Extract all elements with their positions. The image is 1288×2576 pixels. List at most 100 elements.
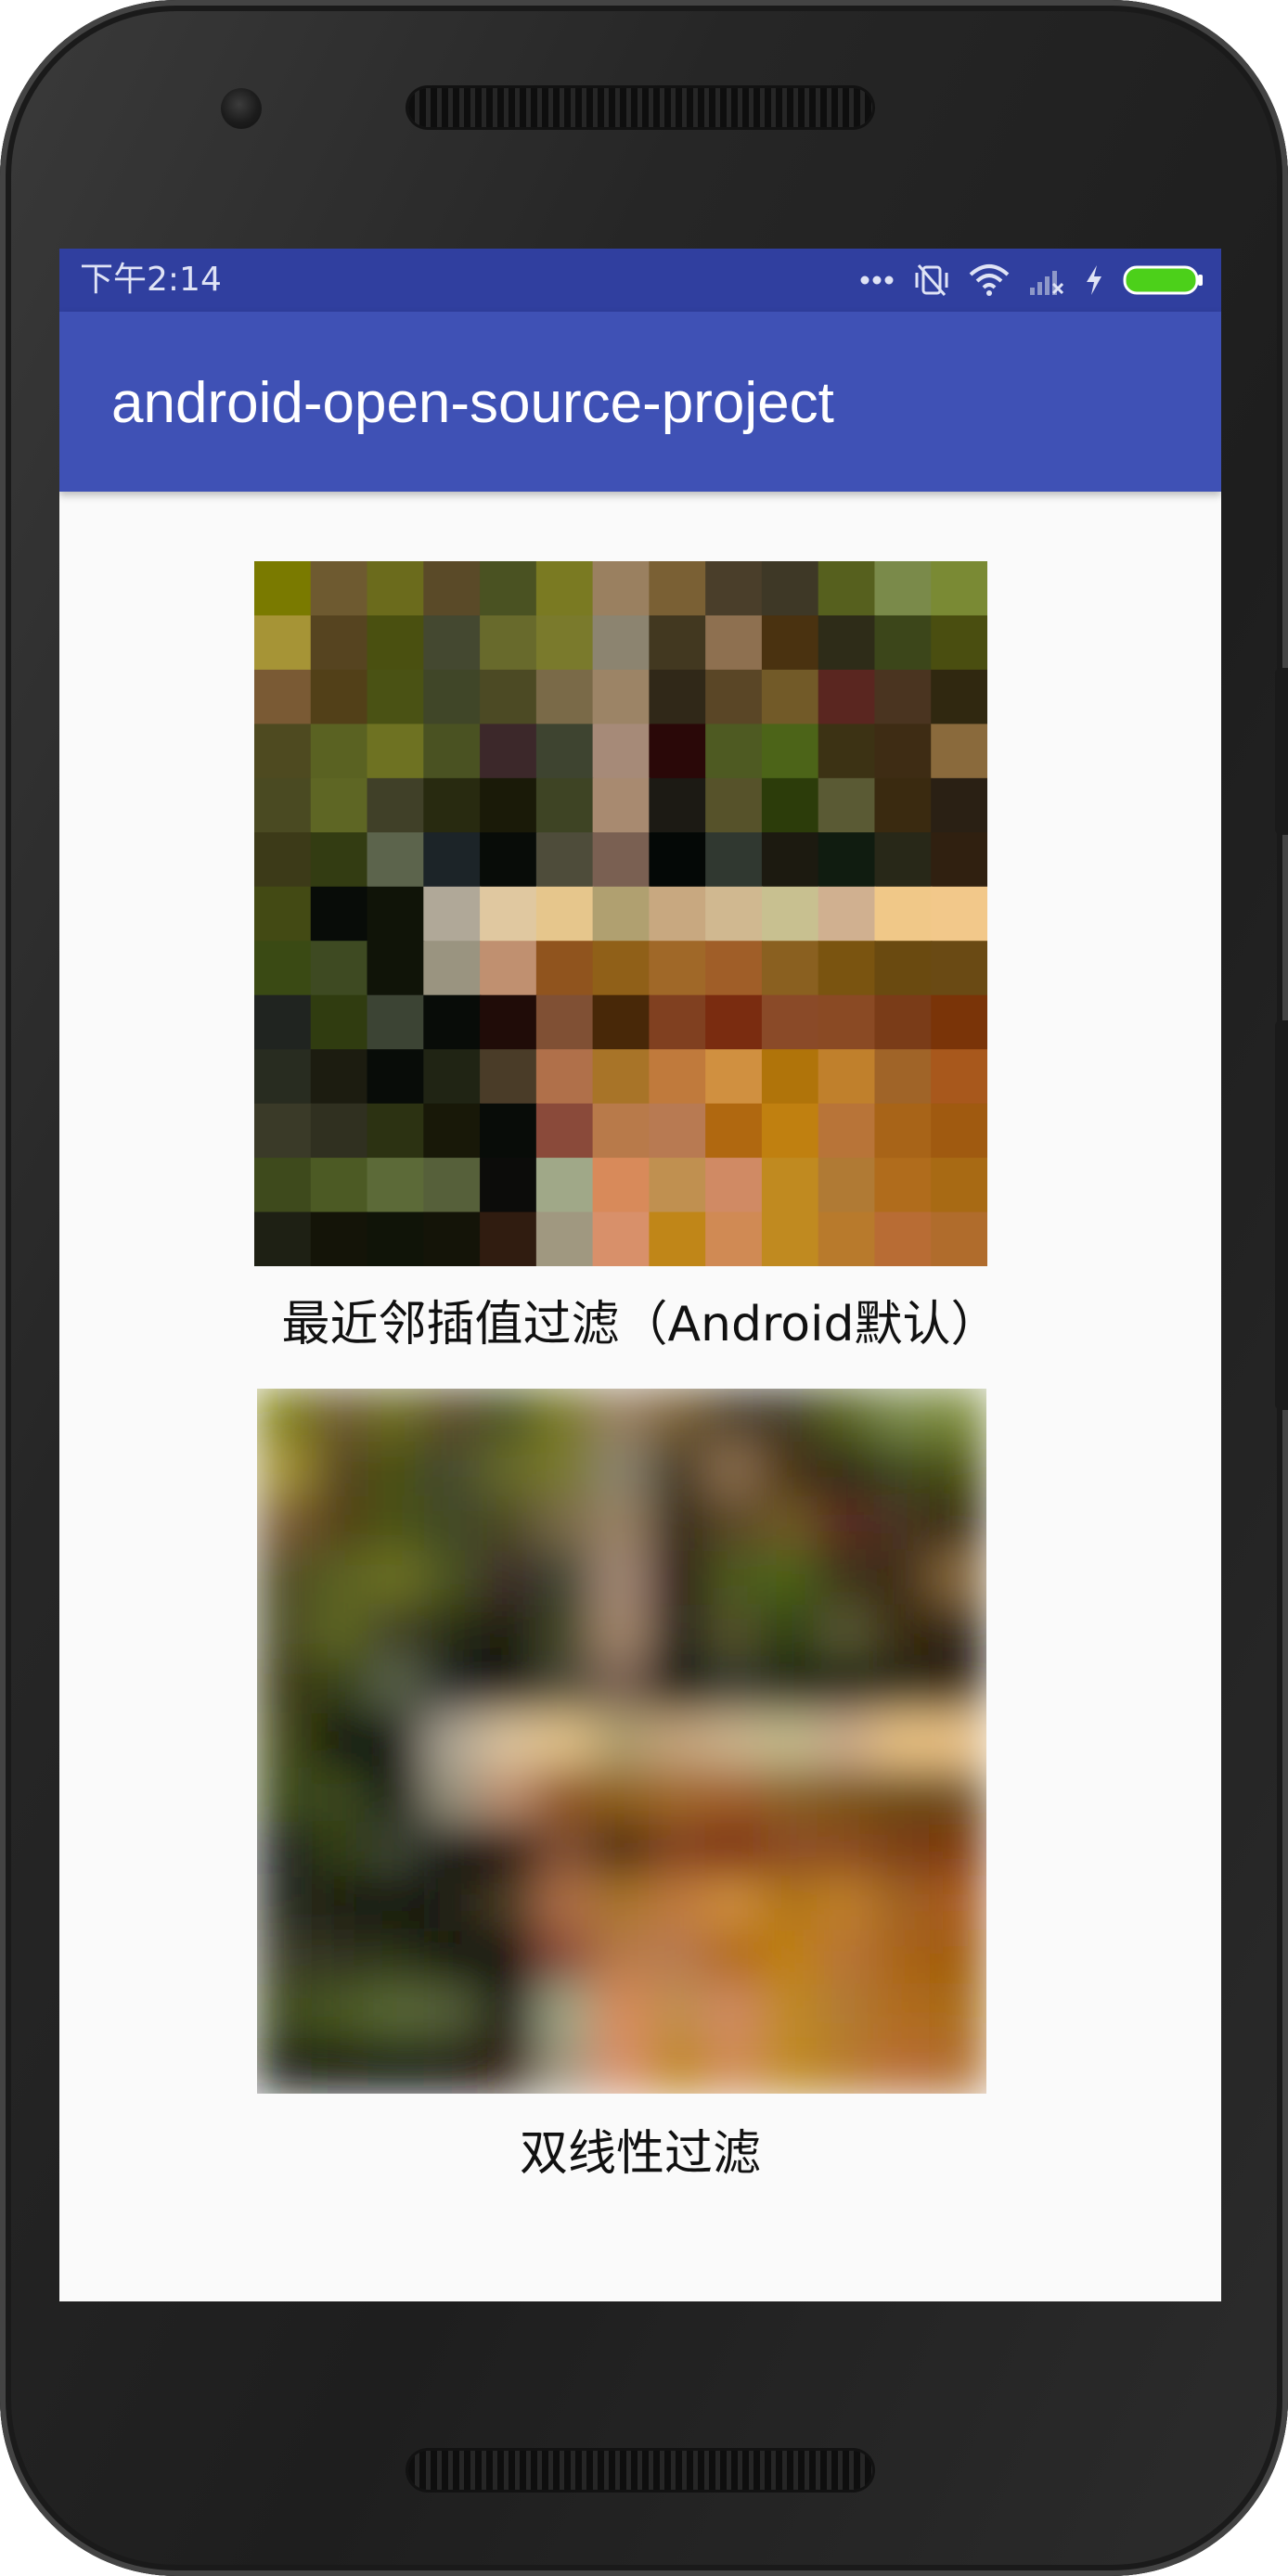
pixel-block	[367, 1821, 427, 1878]
pixel-block	[535, 724, 594, 780]
pixel-block	[761, 1158, 819, 1213]
pixel-block	[312, 1389, 371, 1444]
pixel-block	[760, 1442, 819, 1499]
pixel-block	[872, 1604, 932, 1661]
pixel-block	[480, 1604, 539, 1661]
pixel-block	[705, 994, 764, 1051]
pixel-block	[592, 1767, 651, 1824]
pixel-block	[257, 1875, 315, 1932]
pixel-block	[592, 1604, 651, 1661]
pixel-block	[423, 724, 482, 780]
pixel-block	[367, 994, 425, 1051]
pixel-block	[254, 832, 312, 888]
pixel-block	[818, 941, 876, 996]
pixel-block	[931, 1103, 987, 1160]
pixel-block	[929, 1929, 986, 1987]
pixel-block	[592, 1211, 650, 1266]
pixel-block	[367, 724, 425, 780]
bilinear-image	[257, 1389, 986, 2094]
pixel-block	[312, 1712, 371, 1770]
pixel-block	[817, 2038, 876, 2094]
pixel-block	[312, 1659, 371, 1715]
front-camera	[221, 88, 262, 129]
vibrate-off-icon	[915, 264, 948, 296]
pixel-block	[704, 1712, 764, 1770]
pixel-block	[649, 1103, 707, 1160]
pixel-block	[536, 1929, 595, 1987]
pixel-block	[872, 1550, 932, 1608]
pixel-block	[705, 561, 764, 617]
pixel-block	[424, 1495, 483, 1553]
pixel-block	[423, 615, 482, 672]
pixel-block	[874, 561, 933, 617]
pixel-block	[536, 1495, 595, 1553]
pixel-block	[367, 777, 425, 834]
pixel-block	[535, 1211, 594, 1266]
pixel-block	[535, 1103, 594, 1160]
pixel-block	[649, 886, 707, 942]
pixel-block	[874, 1103, 933, 1160]
pixel-block	[257, 1659, 315, 1715]
pixel-block	[817, 1442, 876, 1499]
pixel-block	[424, 2038, 483, 2094]
pixel-block	[929, 1495, 986, 1553]
pixel-block	[592, 669, 650, 725]
pixel-block	[704, 1821, 764, 1878]
pixel-block	[592, 1983, 651, 2041]
pixel-block	[310, 1103, 368, 1160]
pixel-block	[704, 1659, 764, 1715]
pixel-block	[649, 1211, 707, 1266]
pixel-block	[254, 886, 312, 942]
pixel-block	[312, 1875, 371, 1932]
pixel-block	[818, 777, 876, 834]
pixel-block	[536, 1550, 595, 1608]
pixel-block	[592, 561, 650, 617]
pixel-block	[704, 1550, 764, 1608]
pixel-block	[480, 561, 538, 617]
pixel-block	[423, 1049, 482, 1105]
pixel-block	[423, 994, 482, 1051]
pixel-block	[760, 1495, 819, 1553]
bottom-speaker	[408, 2451, 872, 2490]
pixel-block	[254, 1049, 312, 1105]
pixel-block	[423, 669, 482, 725]
pixel-block	[592, 1659, 651, 1715]
pixel-block	[705, 832, 764, 888]
pixel-block	[872, 1767, 932, 1824]
pixel-block	[312, 1929, 371, 1987]
pixel-block	[424, 1389, 483, 1444]
pixel-block	[818, 832, 876, 888]
pixel-block	[818, 886, 876, 942]
pixel-block	[535, 1049, 594, 1105]
pixel-block	[423, 561, 482, 617]
pixel-block	[536, 1767, 595, 1824]
pixel-block	[761, 941, 819, 996]
pixel-block	[536, 1983, 595, 2041]
pixel-block	[423, 1103, 482, 1160]
pixel-block	[817, 1712, 876, 1770]
app-bar: android-open-source-project	[59, 312, 1221, 492]
pixel-block	[705, 724, 764, 780]
pixel-block	[480, 1983, 539, 2041]
pixel-block	[312, 1442, 371, 1499]
pixel-block	[480, 1158, 538, 1213]
pixel-block	[649, 1049, 707, 1105]
status-icons	[859, 256, 1204, 304]
pixel-block	[592, 1158, 650, 1213]
pixel-block	[649, 2038, 707, 2094]
pixel-block	[536, 1604, 595, 1661]
pixel-block	[480, 832, 538, 888]
pixel-block	[535, 941, 594, 996]
pixel-block	[312, 2038, 371, 2094]
pixel-block	[367, 1158, 425, 1213]
power-button	[1275, 668, 1288, 835]
pixel-block	[310, 994, 368, 1051]
pixel-block	[817, 1983, 876, 2041]
pixel-block	[367, 669, 425, 725]
pixel-block	[480, 1875, 539, 1932]
pixel-block	[760, 1550, 819, 1608]
pixel-block	[480, 777, 538, 834]
pixel-block	[929, 2038, 986, 2094]
pixel-block	[310, 886, 368, 942]
pixel-block	[704, 2038, 764, 2094]
